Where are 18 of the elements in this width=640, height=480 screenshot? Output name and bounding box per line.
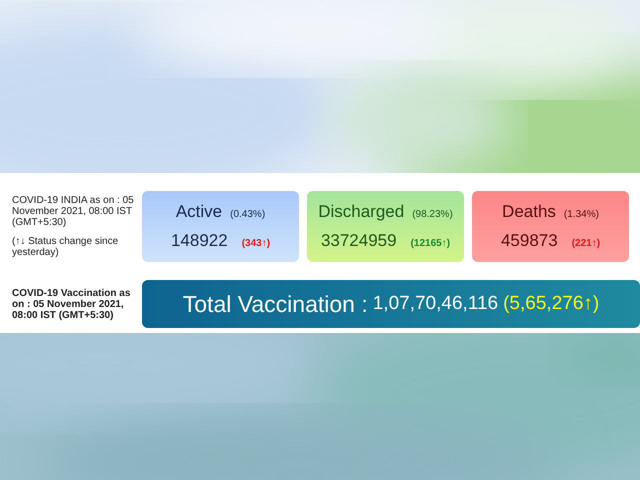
- status-date-text: COVID-19 INDIA as on : 05 November 2021, 08:00 IST (GMT+5:30): [12, 194, 134, 228]
- stat-change: (343↑): [242, 237, 270, 251]
- stat-count: 459873: [500, 230, 558, 252]
- vaccination-date-text: COVID-19 Vaccination as on : 05 November 2021, 08:00 IST (GMT+5:30): [11, 288, 132, 320]
- stat-label: Deaths: [502, 200, 556, 222]
- stat-label: Active: [176, 200, 222, 222]
- stat-percent: (98.23%): [412, 208, 453, 222]
- vaccination-change: (5,65,276↑): [503, 292, 600, 316]
- stat-change: (12165↑): [410, 237, 450, 251]
- vaccination-total: 1,07,70,46,116: [372, 292, 498, 316]
- vaccination-label: Total Vaccination :: [182, 290, 368, 319]
- stat-label: Discharged: [318, 200, 404, 222]
- stat-count: 33724959: [320, 230, 397, 252]
- stat-change: (221↑): [572, 237, 600, 251]
- stat-percent: (1.34%): [564, 208, 599, 222]
- legend-text: (↑↓ Status change since yesterday): [12, 236, 120, 258]
- stat-percent: (0.43%): [230, 208, 266, 222]
- stat-count: 148922: [170, 230, 228, 252]
